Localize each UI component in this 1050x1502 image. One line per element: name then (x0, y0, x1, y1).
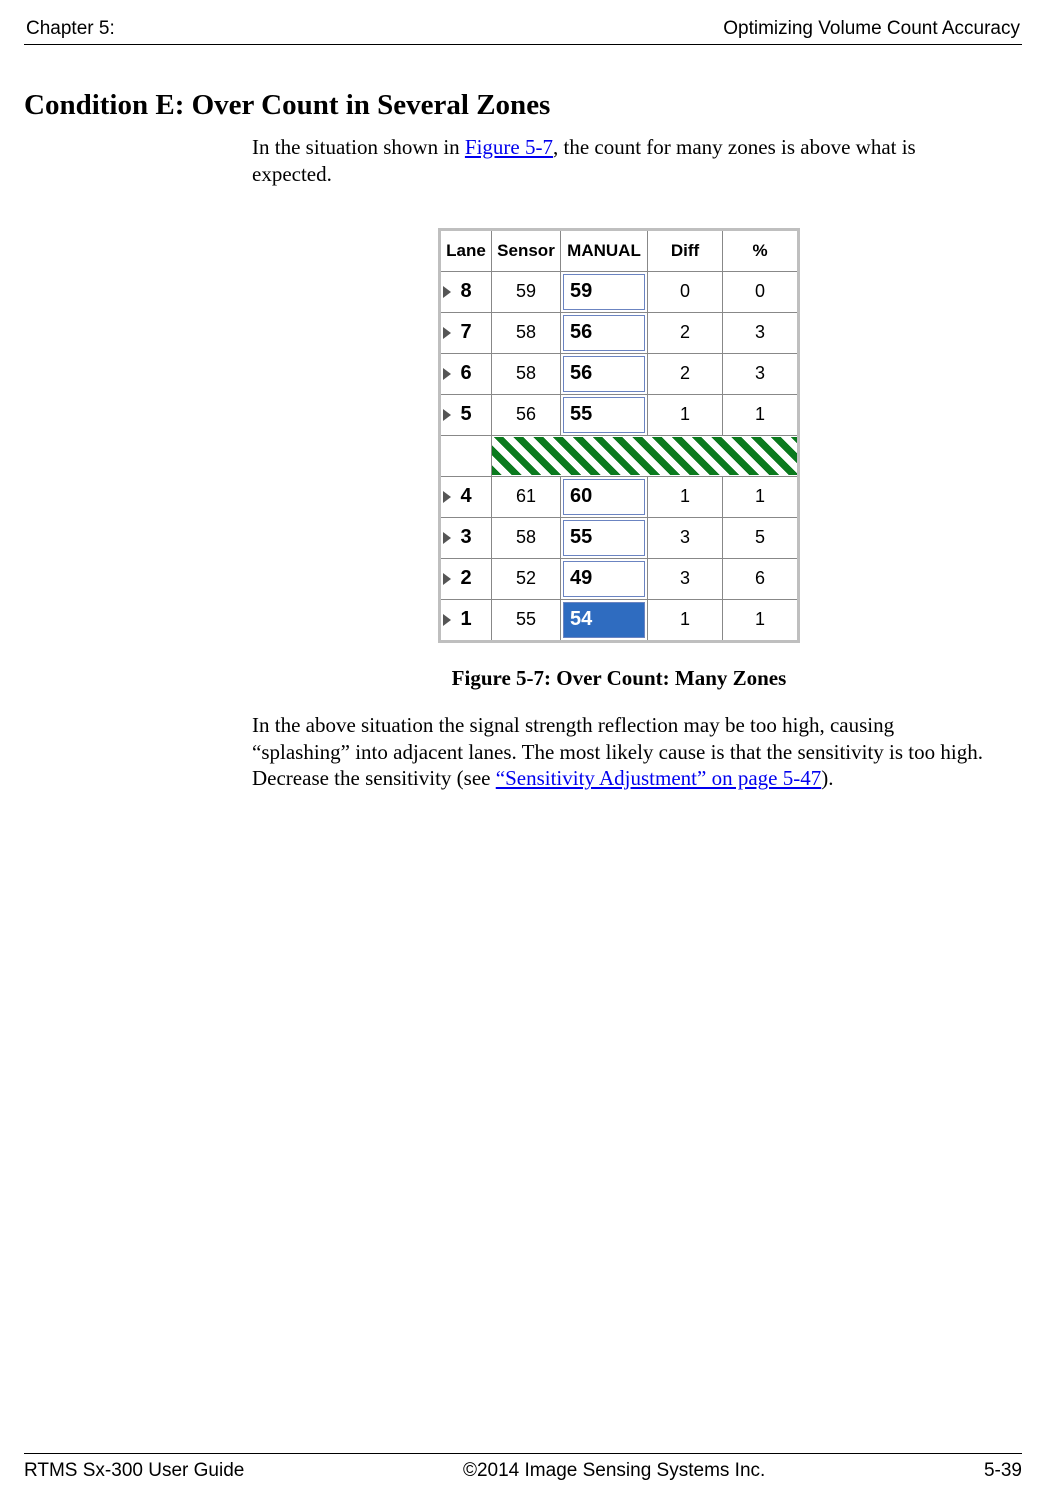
sensor-cell: 61 (492, 476, 561, 517)
lane-cell: 3 (440, 517, 492, 558)
lane-number: 4 (460, 485, 471, 507)
manual-value[interactable]: 60 (563, 479, 645, 515)
manual-cell[interactable]: 55 (561, 517, 648, 558)
median-row (440, 435, 799, 476)
table-row: 2 524936 (440, 558, 799, 599)
lane-marker-icon (443, 368, 451, 380)
header-right: Optimizing Volume Count Accuracy (723, 18, 1020, 40)
lane-cell: 4 (440, 476, 492, 517)
lane-marker-icon (443, 409, 451, 421)
manual-cell[interactable]: 55 (561, 394, 648, 435)
sensitivity-adjustment-link[interactable]: “Sensitivity Adjustment” on page 5-47 (496, 766, 821, 790)
col-sensor: Sensor (492, 229, 561, 271)
lane-marker-icon (443, 491, 451, 503)
explanation-paragraph: In the above situation the signal streng… (252, 712, 986, 793)
pct-cell: 3 (723, 312, 799, 353)
diff-cell: 0 (648, 271, 723, 312)
table-header-row: Lane Sensor MANUAL Diff % (440, 229, 799, 271)
manual-cell[interactable]: 59 (561, 271, 648, 312)
manual-value[interactable]: 49 (563, 561, 645, 597)
manual-value[interactable]: 55 (563, 397, 645, 433)
pct-cell: 0 (723, 271, 799, 312)
lane-cell: 6 (440, 353, 492, 394)
diff-cell: 2 (648, 312, 723, 353)
lane-count-table: Lane Sensor MANUAL Diff % 85959007585623… (438, 228, 800, 643)
lane-cell: 1 (440, 599, 492, 641)
table-row: 5565511 (440, 394, 799, 435)
pct-cell: 6 (723, 558, 799, 599)
lane-number: 8 (460, 280, 471, 302)
lane-number: 5 (460, 403, 471, 425)
pct-cell: 3 (723, 353, 799, 394)
lane-cell: 5 (440, 394, 492, 435)
table-row: 4616011 (440, 476, 799, 517)
lane-marker-icon (443, 614, 451, 626)
sensor-cell: 58 (492, 353, 561, 394)
manual-cell[interactable]: 49 (561, 558, 648, 599)
intro-pre: In the situation shown in (252, 135, 465, 159)
pct-cell: 1 (723, 599, 799, 641)
table-row: 1555411 (440, 599, 799, 641)
footer-right: 5-39 (984, 1460, 1022, 1482)
diff-cell: 3 (648, 558, 723, 599)
lane-number: 6 (460, 362, 471, 384)
manual-cell[interactable]: 56 (561, 312, 648, 353)
lane-number: 3 (460, 526, 471, 548)
lane-number: 2 (460, 567, 471, 589)
sensor-cell: 52 (492, 558, 561, 599)
median-hatch (492, 435, 799, 476)
lane-cell: 7 (440, 312, 492, 353)
table-row: 6 585623 (440, 353, 799, 394)
manual-cell[interactable]: 60 (561, 476, 648, 517)
lane-marker-icon (443, 532, 451, 544)
footer-center: ©2014 Image Sensing Systems Inc. (463, 1460, 765, 1482)
figure-5-7: Lane Sensor MANUAL Diff % 85959007585623… (252, 228, 986, 643)
page-footer: RTMS Sx-300 User Guide ©2014 Image Sensi… (24, 1453, 1022, 1482)
table-row: 8595900 (440, 271, 799, 312)
intro-paragraph: In the situation shown in Figure 5-7, th… (252, 134, 986, 188)
sensor-cell: 58 (492, 517, 561, 558)
median-lane-cell (440, 435, 492, 476)
figure-caption: Figure 5-7: Over Count: Many Zones (252, 665, 986, 692)
lane-marker-icon (443, 327, 451, 339)
sensor-cell: 55 (492, 599, 561, 641)
manual-cell[interactable]: 56 (561, 353, 648, 394)
para2-post: ). (821, 766, 833, 790)
diff-cell: 2 (648, 353, 723, 394)
manual-value[interactable]: 55 (563, 520, 645, 556)
lane-cell: 8 (440, 271, 492, 312)
lane-number: 1 (460, 608, 471, 630)
section-heading: Condition E: Over Count in Several Zones (24, 89, 1022, 122)
pct-cell: 1 (723, 394, 799, 435)
diff-cell: 1 (648, 599, 723, 641)
diff-cell: 1 (648, 476, 723, 517)
lane-marker-icon (443, 286, 451, 298)
col-lane: Lane (440, 229, 492, 271)
pct-cell: 5 (723, 517, 799, 558)
col-manual: MANUAL (561, 229, 648, 271)
lane-cell: 2 (440, 558, 492, 599)
manual-value[interactable]: 56 (563, 356, 645, 392)
header-left: Chapter 5: (26, 18, 115, 40)
lane-marker-icon (443, 573, 451, 585)
manual-value[interactable]: 59 (563, 274, 645, 310)
diff-cell: 3 (648, 517, 723, 558)
col-pct: % (723, 229, 799, 271)
page-header: Chapter 5: Optimizing Volume Count Accur… (24, 18, 1022, 45)
diff-cell: 1 (648, 394, 723, 435)
pct-cell: 1 (723, 476, 799, 517)
manual-value[interactable]: 56 (563, 315, 645, 351)
figure-5-7-link[interactable]: Figure 5-7 (465, 135, 553, 159)
sensor-cell: 59 (492, 271, 561, 312)
table-row: 7 585623 (440, 312, 799, 353)
footer-left: RTMS Sx-300 User Guide (24, 1460, 244, 1482)
sensor-cell: 56 (492, 394, 561, 435)
lane-number: 7 (460, 321, 471, 343)
table-row: 3585535 (440, 517, 799, 558)
sensor-cell: 58 (492, 312, 561, 353)
manual-cell[interactable]: 54 (561, 599, 648, 641)
manual-value[interactable]: 54 (563, 602, 645, 638)
col-diff: Diff (648, 229, 723, 271)
